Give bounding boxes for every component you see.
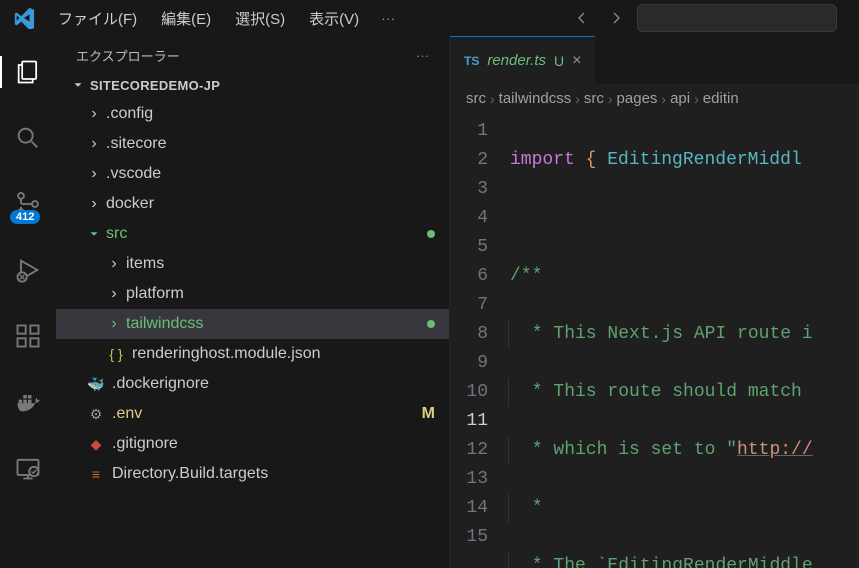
tab-filename: render.ts xyxy=(487,52,546,69)
file-renderinghost[interactable]: { }renderinghost.module.json xyxy=(56,339,449,369)
scm-badge: 412 xyxy=(10,210,40,224)
debug-activity-icon[interactable] xyxy=(4,246,52,294)
remote-activity-icon[interactable] xyxy=(4,444,52,492)
nav-forward-icon[interactable] xyxy=(603,5,629,31)
command-center-search[interactable] xyxy=(637,4,837,32)
folder-sitecore[interactable]: ›.sitecore xyxy=(56,129,449,159)
folder-platform[interactable]: ›platform xyxy=(56,279,449,309)
sidebar-title: エクスプローラー xyxy=(76,46,180,65)
extensions-activity-icon[interactable] xyxy=(4,312,52,360)
vscode-logo-icon xyxy=(10,4,38,32)
tab-git-status: U xyxy=(554,53,564,69)
code-content: import { EditingRenderMiddl /** * This N… xyxy=(506,113,859,568)
menu-selection[interactable]: 選択(S) xyxy=(225,4,295,33)
workspace-header[interactable]: SITECOREDEMO-JP xyxy=(56,73,449,97)
menu-edit[interactable]: 編集(E) xyxy=(151,4,221,33)
menu-more-icon[interactable]: ··· xyxy=(373,6,403,30)
source-control-activity-icon[interactable]: 412 xyxy=(4,180,52,228)
activity-bar: 412 xyxy=(0,36,56,568)
chevron-right-icon: › xyxy=(86,196,102,212)
chevron-down-icon xyxy=(70,77,86,93)
file-gitignore[interactable]: ◆.gitignore xyxy=(56,429,449,459)
line-gutter: 123 456 789 101112 131415 xyxy=(450,113,506,568)
chevron-right-icon: › xyxy=(86,106,102,122)
tab-render-ts[interactable]: TS render.ts U × xyxy=(450,36,595,84)
git-status-dot xyxy=(427,230,435,238)
json-file-icon: { } xyxy=(106,344,126,364)
docker-activity-icon[interactable] xyxy=(4,378,52,426)
git-status-m: M xyxy=(422,405,435,423)
file-env[interactable]: ⚙.envM xyxy=(56,399,449,429)
gear-icon: ⚙ xyxy=(86,404,106,424)
code-editor[interactable]: 123 456 789 101112 131415 import { Editi… xyxy=(450,113,859,568)
chevron-right-icon: › xyxy=(106,286,122,302)
sidebar-more-icon[interactable]: ··· xyxy=(412,48,433,63)
chevron-right-icon: › xyxy=(86,166,102,182)
nav-back-icon[interactable] xyxy=(569,5,595,31)
file-tree: ›.config ›.sitecore ›.vscode ›docker src… xyxy=(56,97,449,491)
explorer-sidebar: エクスプローラー ··· SITECOREDEMO-JP ›.config ›.… xyxy=(56,36,450,568)
folder-items[interactable]: ›items xyxy=(56,249,449,279)
explorer-activity-icon[interactable] xyxy=(4,48,52,96)
typescript-file-icon: TS xyxy=(464,54,479,68)
file-dockerignore[interactable]: 🐳.dockerignore xyxy=(56,369,449,399)
title-bar: ファイル(F) 編集(E) 選択(S) 表示(V) ··· xyxy=(0,0,859,36)
folder-src[interactable]: src xyxy=(56,219,449,249)
menu-view[interactable]: 表示(V) xyxy=(299,4,369,33)
docker-file-icon: 🐳 xyxy=(86,374,106,394)
xml-file-icon: ≡ xyxy=(86,464,106,484)
folder-tailwindcss[interactable]: ›tailwindcss xyxy=(56,309,449,339)
folder-vscode[interactable]: ›.vscode xyxy=(56,159,449,189)
folder-config[interactable]: ›.config xyxy=(56,99,449,129)
workspace-name: SITECOREDEMO-JP xyxy=(90,78,220,93)
chevron-right-icon: › xyxy=(86,136,102,152)
chevron-down-icon xyxy=(86,226,102,242)
file-directorybuild[interactable]: ≡Directory.Build.targets xyxy=(56,459,449,489)
chevron-right-icon: › xyxy=(106,256,122,272)
folder-docker[interactable]: ›docker xyxy=(56,189,449,219)
editor-pane: TS render.ts U × src› tailwindcss› src› … xyxy=(450,36,859,568)
breadcrumb[interactable]: src› tailwindcss› src› pages› api› editi… xyxy=(450,84,859,113)
git-status-dot xyxy=(427,320,435,328)
search-activity-icon[interactable] xyxy=(4,114,52,162)
close-icon[interactable]: × xyxy=(572,52,581,70)
chevron-right-icon: › xyxy=(106,316,122,332)
git-file-icon: ◆ xyxy=(86,434,106,454)
menu-file[interactable]: ファイル(F) xyxy=(48,4,147,33)
editor-tabs: TS render.ts U × xyxy=(450,36,859,84)
